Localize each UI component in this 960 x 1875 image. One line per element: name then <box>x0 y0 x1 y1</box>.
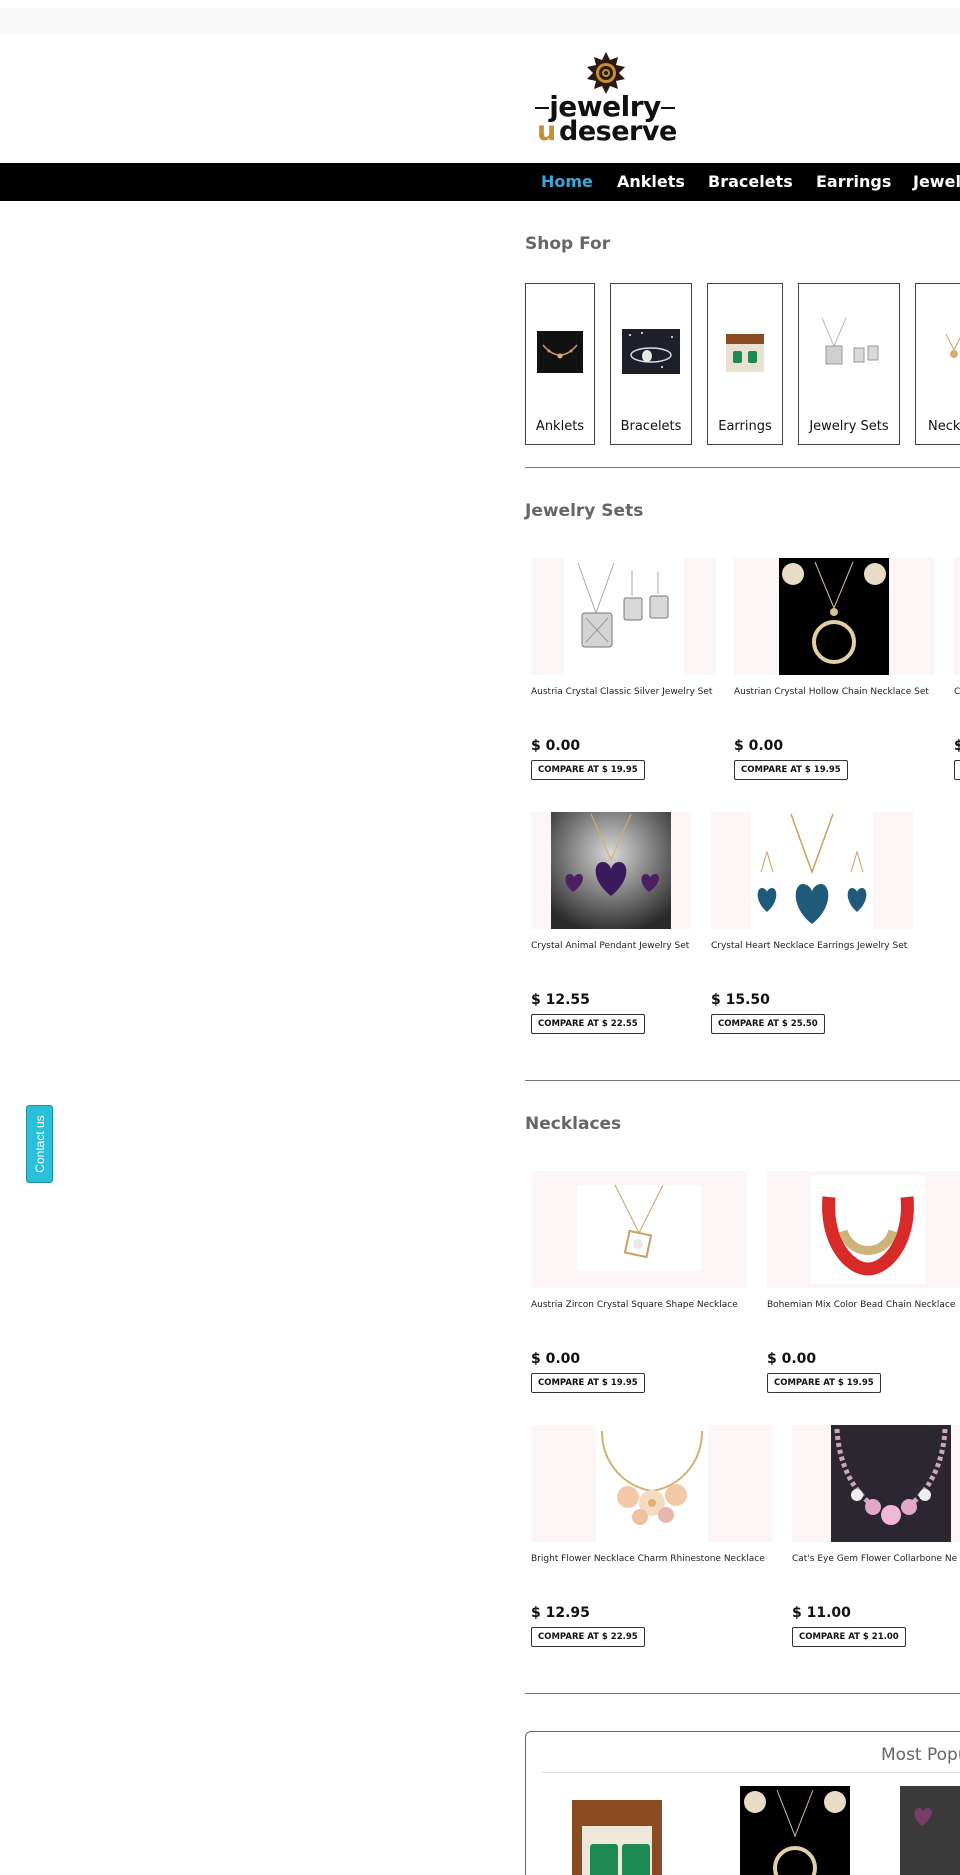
product-card[interactable]: Bohemian Mix Color Bead Chain Necklace $… <box>767 1171 960 1401</box>
product-price: $ 0.00 <box>767 1351 817 1367</box>
necklace-thumb-icon <box>945 334 960 358</box>
most-popular-divider <box>542 1772 960 1773</box>
logo-word-deserve: deserve <box>559 116 677 147</box>
jewelry-set-thumb-icon <box>814 316 884 386</box>
compare-at-badge: COMPARE AT $ 19.95 <box>734 760 848 780</box>
product-card[interactable]: Austria Zircon Crystal Square Shape Neck… <box>531 1171 747 1401</box>
product-name[interactable]: C <box>954 687 960 697</box>
product-price: $ 12.95 <box>531 1605 590 1621</box>
earring-thumb-icon <box>726 334 764 372</box>
heart-necklace-set-photo <box>751 812 873 929</box>
product-name[interactable]: Bohemian Mix Color Bead Chain Necklace <box>767 1300 955 1310</box>
product-name[interactable]: Bright Flower Necklace Charm Rhinestone … <box>531 1554 765 1564</box>
compare-at-badge: COMPARE AT $ 22.95 <box>531 1627 645 1647</box>
product-card[interactable]: Austria Crystal Classic Silver Jewelry S… <box>531 558 716 788</box>
logo-wordmark-line2: u deserve <box>537 116 677 147</box>
popular-animal-pendant-thumb[interactable] <box>900 1786 960 1875</box>
product-image[interactable] <box>531 1171 747 1288</box>
most-popular-widget: Most Popu <box>525 1731 960 1875</box>
product-name[interactable]: Cat's Eye Gem Flower Collarbone Ne <box>792 1554 957 1564</box>
compare-at-badge: COMPARE AT $ 19.95 <box>531 760 645 780</box>
hollow-chain-set-photo <box>779 558 889 675</box>
nav-item-earrings[interactable]: Earrings <box>816 172 891 191</box>
compare-at-badge: COMPARE AT $ 25.50 <box>711 1014 825 1034</box>
zircon-square-necklace-photo <box>577 1184 701 1271</box>
shop-card-bracelets[interactable]: Bracelets <box>610 283 692 445</box>
shop-card-anklets[interactable]: Anklets <box>525 283 595 445</box>
popular-earrings-thumb[interactable] <box>560 1786 680 1875</box>
compare-at-badge: COMPARE AT $ 19.95 <box>767 1373 881 1393</box>
main-nav: Home Anklets Bracelets Earrings Jewel <box>0 163 960 201</box>
top-strip <box>0 8 960 34</box>
shop-card-label: Bracelets <box>620 419 682 434</box>
product-image[interactable] <box>531 558 716 675</box>
product-card[interactable]: Cat's Eye Gem Flower Collarbone Ne $ 11.… <box>792 1425 960 1655</box>
nav-item-home[interactable]: Home <box>541 172 593 191</box>
compare-at-badge: COMPARE AT $ 19.95 <box>531 1373 645 1393</box>
shop-card-label: Anklets <box>535 419 585 434</box>
product-card[interactable]: Bright Flower Necklace Charm Rhinestone … <box>531 1425 773 1655</box>
product-name[interactable]: Austria Crystal Classic Silver Jewelry S… <box>531 687 712 697</box>
product-price: $ 11.00 <box>792 1605 851 1621</box>
bracelet-thumb-icon <box>622 329 680 374</box>
product-card[interactable]: Crystal Animal Pendant Jewelry Set $ 12.… <box>531 812 691 1042</box>
section-divider <box>525 1693 960 1694</box>
shop-for-title: Shop For <box>525 234 611 254</box>
section-divider <box>525 467 960 468</box>
product-image[interactable] <box>531 812 691 929</box>
product-name[interactable]: Crystal Animal Pendant Jewelry Set <box>531 941 689 951</box>
product-price: $ 0.00 <box>531 1351 581 1367</box>
product-image[interactable] <box>531 1425 773 1542</box>
compare-at-badge: COMPARE AT $ 21.00 <box>792 1627 906 1647</box>
product-card[interactable]: Austrian Crystal Hollow Chain Necklace S… <box>734 558 934 788</box>
nav-item-jewelry[interactable]: Jewel <box>913 172 960 191</box>
product-image[interactable] <box>711 812 913 929</box>
silver-jewelry-set-photo <box>564 558 684 675</box>
shop-card-necklaces[interactable]: Neckl <box>915 283 960 445</box>
product-image[interactable] <box>792 1425 960 1542</box>
product-name[interactable]: Austrian Crystal Hollow Chain Necklace S… <box>734 687 929 697</box>
product-image[interactable] <box>734 558 934 675</box>
popular-hollow-chain-thumb[interactable] <box>735 1786 855 1875</box>
contact-us-tab[interactable]: Contact us <box>26 1105 53 1183</box>
product-price: $ 12.55 <box>531 992 590 1008</box>
shop-card-label: Neckl <box>928 419 960 434</box>
brand-logo[interactable]: jewelry u deserve <box>535 50 677 147</box>
compare-at-badge <box>954 760 960 780</box>
product-image[interactable] <box>954 558 960 675</box>
nav-item-anklets[interactable]: Anklets <box>617 172 685 191</box>
shop-card-jewelry-sets[interactable]: Jewelry Sets <box>798 283 900 445</box>
product-name[interactable]: Crystal Heart Necklace Earrings Jewelry … <box>711 941 907 951</box>
compare-at-badge: COMPARE AT $ 22.55 <box>531 1014 645 1034</box>
product-price: $ <box>954 738 960 754</box>
animal-pendant-set-photo <box>551 812 671 929</box>
anklet-thumb-icon <box>537 331 583 373</box>
product-price: $ 15.50 <box>711 992 770 1008</box>
most-popular-title: Most Popu <box>881 1745 960 1765</box>
product-card[interactable]: C $ <box>954 558 960 788</box>
necklaces-title: Necklaces <box>525 1114 622 1134</box>
jewelry-sets-title: Jewelry Sets <box>525 501 644 521</box>
product-price: $ 0.00 <box>531 738 581 754</box>
product-price: $ 0.00 <box>734 738 784 754</box>
shop-card-earrings[interactable]: Earrings <box>707 283 783 445</box>
mandala-emblem-icon <box>587 52 625 94</box>
flower-necklace-photo <box>596 1425 708 1542</box>
contact-us-label: Contact us <box>32 1115 47 1173</box>
product-card[interactable]: Crystal Heart Necklace Earrings Jewelry … <box>711 812 913 1042</box>
shop-card-label: Jewelry Sets <box>809 419 889 434</box>
product-name[interactable]: Austria Zircon Crystal Square Shape Neck… <box>531 1300 738 1310</box>
bead-chain-necklace-photo <box>811 1175 925 1284</box>
cats-eye-flower-necklace-photo <box>831 1425 951 1542</box>
nav-item-bracelets[interactable]: Bracelets <box>708 172 793 191</box>
section-divider <box>525 1080 960 1081</box>
product-image[interactable] <box>767 1171 960 1288</box>
shop-card-label: Earrings <box>718 419 772 434</box>
logo-letter-u: u <box>537 116 557 147</box>
